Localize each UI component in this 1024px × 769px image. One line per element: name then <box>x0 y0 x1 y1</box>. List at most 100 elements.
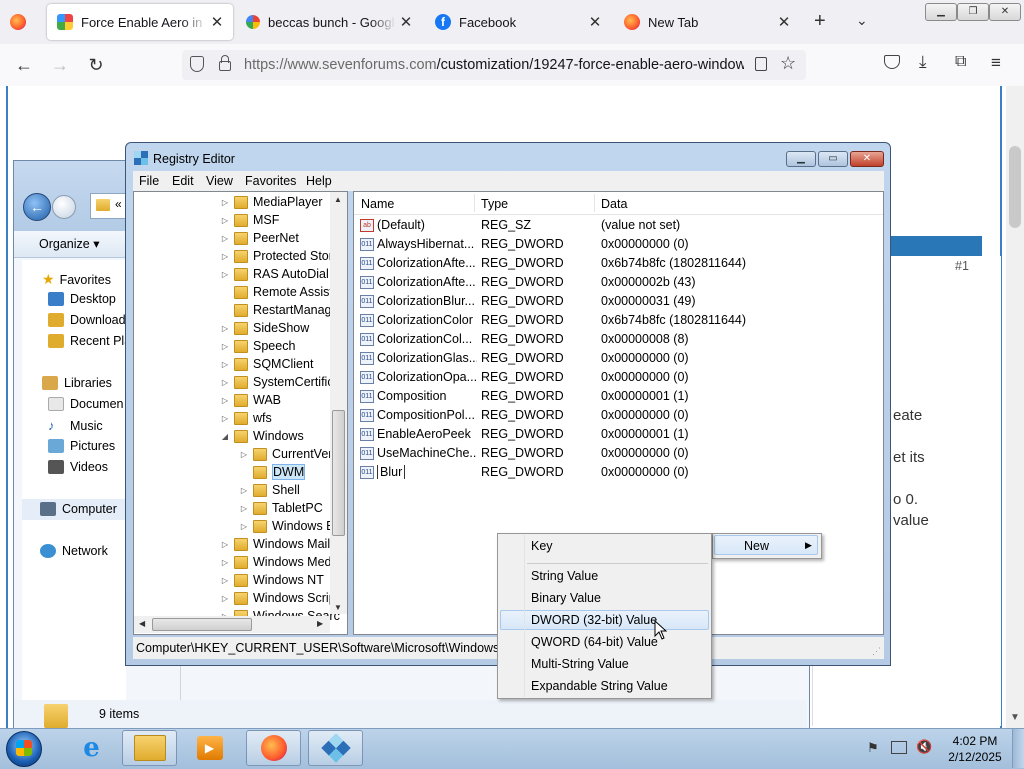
expand-arrow-icon[interactable]: ▷ <box>239 486 249 495</box>
show-desktop-button[interactable] <box>1012 729 1024 768</box>
regedit-cubes-icon[interactable] <box>134 151 148 165</box>
tree-node[interactable]: ▷ wfs <box>134 409 340 427</box>
nav-recent-places[interactable]: Recent Pla <box>48 334 131 348</box>
nav-documents[interactable]: Documen <box>48 397 124 411</box>
submenu-dword-value[interactable]: DWORD (32-bit) Value <box>531 613 657 627</box>
registry-tree[interactable]: ▷ MediaPlayer ▷ MSF ▷ PeerNet ▷ Protected Stor ▷… <box>133 191 348 635</box>
tree-node[interactable]: ▷ RAS AutoDial <box>134 265 340 283</box>
tab-new-tab[interactable]: New Tab ✕ <box>614 4 800 40</box>
tree-node[interactable]: ▷ Windows Mail <box>134 535 340 553</box>
nav-computer[interactable]: Computer <box>40 502 117 516</box>
reload-icon[interactable]: ↻ <box>82 51 110 79</box>
column-header-name[interactable]: Name <box>361 197 394 211</box>
tree-node[interactable]: ▷ Windows Med <box>134 553 340 571</box>
registry-value-row[interactable]: 011 Composition REG_DWORD 0x00000001 (1) <box>358 387 878 406</box>
expand-arrow-icon[interactable]: ▷ <box>220 378 230 387</box>
bookmark-star-icon[interactable]: ☆ <box>780 53 796 74</box>
nav-network[interactable]: Network <box>40 544 108 558</box>
taskbar-explorer[interactable] <box>122 730 177 766</box>
expand-arrow-icon[interactable]: ▷ <box>220 594 230 603</box>
tree-node[interactable]: ▷ SQMClient <box>134 355 340 373</box>
registry-value-row[interactable]: 011 Blur REG_DWORD 0x00000000 (0) <box>358 463 878 482</box>
registry-value-row[interactable]: 011 EnableAeroPeek REG_DWORD 0x00000001 (1) <box>358 425 878 444</box>
tab-facebook[interactable]: f Facebook ✕ <box>425 4 611 40</box>
tab-force-enable-aero[interactable]: Force Enable Aero in Win ✕ <box>47 4 233 40</box>
new-tab-plus-icon[interactable]: + <box>814 10 826 33</box>
tree-node[interactable]: ▷ PeerNet <box>134 229 340 247</box>
close-tab-icon[interactable]: ✕ <box>774 13 794 31</box>
registry-value-row[interactable]: 011 ColorizationAfte... REG_DWORD 0x0000002… <box>358 273 878 292</box>
minimize-browser-button[interactable]: ▁ <box>925 3 957 21</box>
tree-node[interactable]: ▷ WAB <box>134 391 340 409</box>
tree-node[interactable]: ▷ MediaPlayer <box>134 193 340 211</box>
tree-node[interactable]: DWM <box>134 463 340 481</box>
tracking-shield-icon[interactable] <box>190 56 204 72</box>
explorer-back-button[interactable]: ← <box>23 193 51 221</box>
system-clock[interactable]: 4:02 PM 2/12/2025 <box>940 733 1010 765</box>
taskbar-media-player[interactable]: ▶ <box>182 730 237 766</box>
expand-arrow-icon[interactable]: ▷ <box>220 234 230 243</box>
explorer-forward-button[interactable] <box>52 195 76 219</box>
close-browser-button[interactable]: ✕ <box>989 3 1021 21</box>
expand-arrow-icon[interactable]: ▷ <box>220 414 230 423</box>
registry-value-row[interactable]: 011 ColorizationBlur... REG_DWORD 0x0000003… <box>358 292 878 311</box>
tree-node[interactable]: ▷ SideShow <box>134 319 340 337</box>
organize-button[interactable]: Organize ▾ <box>39 236 99 251</box>
expand-arrow-icon[interactable]: ▷ <box>220 324 230 333</box>
expand-arrow-icon[interactable]: ▷ <box>220 342 230 351</box>
expand-arrow-icon[interactable]: ▷ <box>220 540 230 549</box>
post-number[interactable]: #1 <box>955 259 969 273</box>
menu-edit[interactable]: Edit <box>172 174 194 188</box>
tree-scroll-down-icon[interactable]: ▼ <box>334 603 342 612</box>
list-all-tabs-chevron-icon[interactable]: ⌄ <box>856 12 868 29</box>
rename-edit-box[interactable]: Blur <box>377 465 406 479</box>
expand-arrow-icon[interactable]: ▷ <box>239 504 249 513</box>
registry-value-row[interactable]: 011 CompositionPol... REG_DWORD 0x00000000 … <box>358 406 878 425</box>
nav-desktop[interactable]: Desktop <box>48 292 116 306</box>
registry-value-row[interactable]: 011 ColorizationGlas... REG_DWORD 0x0000000… <box>358 349 878 368</box>
taskbar-internet-explorer[interactable]: e <box>64 730 119 766</box>
tree-node[interactable]: ▷ Protected Stor <box>134 247 340 265</box>
tree-node[interactable]: ◢ Windows <box>134 427 340 445</box>
registry-value-row[interactable]: 011 ColorizationColor REG_DWORD 0x6b74b8fc … <box>358 311 878 330</box>
nav-music[interactable]: ♪ Music <box>48 418 103 433</box>
expand-arrow-icon[interactable]: ▷ <box>220 360 230 369</box>
submenu-expandable-string-value[interactable]: Expandable String Value <box>531 679 668 693</box>
tree-scroll-up-icon[interactable]: ▲ <box>334 195 342 204</box>
column-divider[interactable] <box>594 194 595 212</box>
tree-hscroll-thumb[interactable] <box>152 618 252 631</box>
regedit-close-button[interactable]: ✕ <box>850 151 884 167</box>
tree-node[interactable]: ▷ Windows E <box>134 517 340 535</box>
tree-node[interactable]: ▷ TabletPC <box>134 499 340 517</box>
tree-scroll-left-icon[interactable]: ◀ <box>139 619 145 628</box>
tree-node[interactable]: ▷ Windows Scrip <box>134 589 340 607</box>
tree-node[interactable]: ▷ CurrentVer <box>134 445 340 463</box>
nav-favorites[interactable]: ★ Favorites <box>42 271 111 288</box>
expand-arrow-icon[interactable]: ▷ <box>220 198 230 207</box>
expand-arrow-icon[interactable]: ▷ <box>239 450 249 459</box>
maximize-browser-button[interactable]: ❐ <box>957 3 989 21</box>
firefox-view-icon[interactable] <box>10 14 26 30</box>
menu-favorites[interactable]: Favorites <box>245 174 296 188</box>
column-header-data[interactable]: Data <box>601 197 627 211</box>
tree-node[interactable]: ▷ MSF <box>134 211 340 229</box>
url-text[interactable]: https://www.sevenforums.com/customizatio… <box>244 57 744 73</box>
breadcrumb-overflow[interactable]: « <box>115 197 122 211</box>
expand-arrow-icon[interactable]: ▷ <box>220 270 230 279</box>
registry-value-row[interactable]: 011 AlwaysHibernat... REG_DWORD 0x00000000 … <box>358 235 878 254</box>
close-tab-icon[interactable]: ✕ <box>207 13 227 31</box>
close-tab-icon[interactable]: ✕ <box>396 13 416 31</box>
nav-libraries[interactable]: Libraries <box>42 376 112 390</box>
column-header-type[interactable]: Type <box>481 197 508 211</box>
expand-arrow-icon[interactable]: ▷ <box>220 252 230 261</box>
nav-videos[interactable]: Videos <box>48 460 108 474</box>
regedit-maximize-button[interactable]: ▭ <box>818 151 848 167</box>
back-arrow-icon[interactable]: ← <box>10 51 38 79</box>
submenu-binary-value[interactable]: Binary Value <box>531 591 601 605</box>
volume-muted-icon[interactable]: 🔇 <box>916 739 932 755</box>
tree-vertical-scrollbar[interactable] <box>330 192 347 614</box>
tree-node[interactable]: ▷ Shell <box>134 481 340 499</box>
downloads-icon[interactable]: ⤓ <box>919 52 927 72</box>
expand-arrow-icon[interactable]: ▷ <box>239 522 249 531</box>
expand-arrow-icon[interactable]: ▷ <box>220 396 230 405</box>
